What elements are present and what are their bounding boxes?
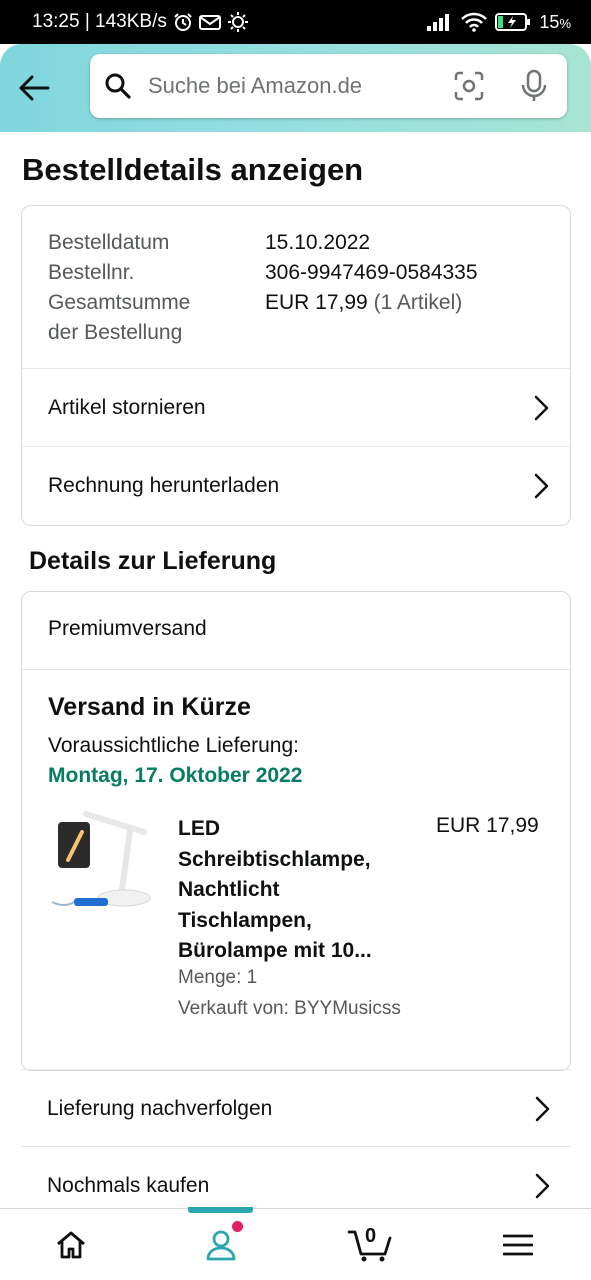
shipping-method: Premiumversand	[48, 617, 207, 640]
signal-icon	[427, 14, 450, 31]
order-date-value: 15.10.2022	[265, 231, 371, 254]
home-icon	[57, 1231, 85, 1259]
divider	[22, 669, 570, 670]
account-icon	[206, 1230, 236, 1261]
product-seller: Verkauft von: BYYMusicss	[178, 998, 401, 1019]
chevron-right-icon	[535, 1173, 550, 1199]
product-title-link[interactable]: LED Schreibtischlampe, Nachtlicht Tischl…	[178, 814, 418, 967]
hamburger-menu-icon	[503, 1234, 533, 1256]
cart-count: 0	[365, 1225, 377, 1247]
notification-dot	[232, 1221, 243, 1232]
cancel-items-label: Artikel stornieren	[48, 395, 206, 419]
buy-again-label: Nochmals kaufen	[47, 1173, 210, 1197]
status-bar: 13:25 | 143KB/s 15%	[0, 0, 591, 44]
microphone-icon[interactable]	[519, 69, 549, 103]
order-summary: Bestelldatum 15.10.2022 Bestellnr. 306-9…	[22, 206, 570, 369]
order-total-value: EUR 17,99 (1 Artikel)	[265, 291, 463, 314]
battery-level: 15%	[539, 11, 571, 32]
track-delivery-label: Lieferung nachverfolgen	[47, 1096, 273, 1120]
alarm-icon	[174, 13, 192, 31]
delivery-section-title: Details zur Lieferung	[29, 547, 277, 575]
wifi-icon	[461, 12, 488, 32]
order-number-label: Bestellnr.	[48, 261, 135, 284]
track-delivery-button[interactable]: Lieferung nachverfolgen	[21, 1069, 571, 1147]
header: Suche bei Amazon.de	[0, 44, 591, 132]
order-date-label: Bestelldatum	[48, 231, 170, 254]
expected-delivery-date: Montag, 17. Oktober 2022	[48, 764, 303, 787]
nav-cart[interactable]: 0	[310, 1209, 430, 1280]
product-quantity: Menge: 1	[178, 967, 258, 988]
search-input[interactable]: Suche bei Amazon.de	[148, 73, 453, 99]
brightness-icon	[227, 12, 248, 32]
download-invoice-button[interactable]: Rechnung herunterladen	[22, 446, 570, 524]
order-number-value: 306-9947469-0584335	[265, 261, 478, 284]
bottom-navigation: 0	[0, 1207, 591, 1280]
shipment-status-title: Versand in Kürze	[48, 693, 251, 721]
product-price: EUR 17,99	[436, 814, 539, 837]
expected-delivery-label: Voraussichtliche Lieferung:	[48, 734, 299, 757]
battery-icon	[495, 13, 531, 31]
chevron-right-icon	[534, 395, 549, 421]
search-icon	[105, 73, 131, 99]
download-invoice-label: Rechnung herunterladen	[48, 473, 280, 497]
page-title: Bestelldetails anzeigen	[22, 152, 364, 187]
back-button[interactable]	[14, 66, 54, 110]
cancel-items-button[interactable]: Artikel stornieren	[22, 368, 570, 446]
order-total-label: Gesamtsumme der Bestellung	[48, 291, 191, 344]
nav-menu[interactable]	[458, 1209, 578, 1280]
order-item-count: (1 Artikel)	[373, 291, 463, 314]
product-image[interactable]	[48, 808, 156, 918]
mail-icon	[198, 15, 221, 30]
camera-scan-icon[interactable]	[453, 70, 485, 102]
back-arrow-icon	[19, 75, 50, 101]
nav-account[interactable]	[161, 1209, 281, 1280]
chevron-right-icon	[534, 473, 549, 499]
status-time-speed: 13:25 | 143KB/s	[32, 11, 167, 32]
delivery-card: Premiumversand Versand in Kürze Voraussi…	[21, 591, 571, 1071]
order-summary-card: Bestelldatum 15.10.2022 Bestellnr. 306-9…	[21, 205, 571, 526]
search-bar[interactable]: Suche bei Amazon.de	[90, 54, 567, 118]
chevron-right-icon	[535, 1096, 550, 1122]
nav-home[interactable]	[11, 1209, 131, 1280]
